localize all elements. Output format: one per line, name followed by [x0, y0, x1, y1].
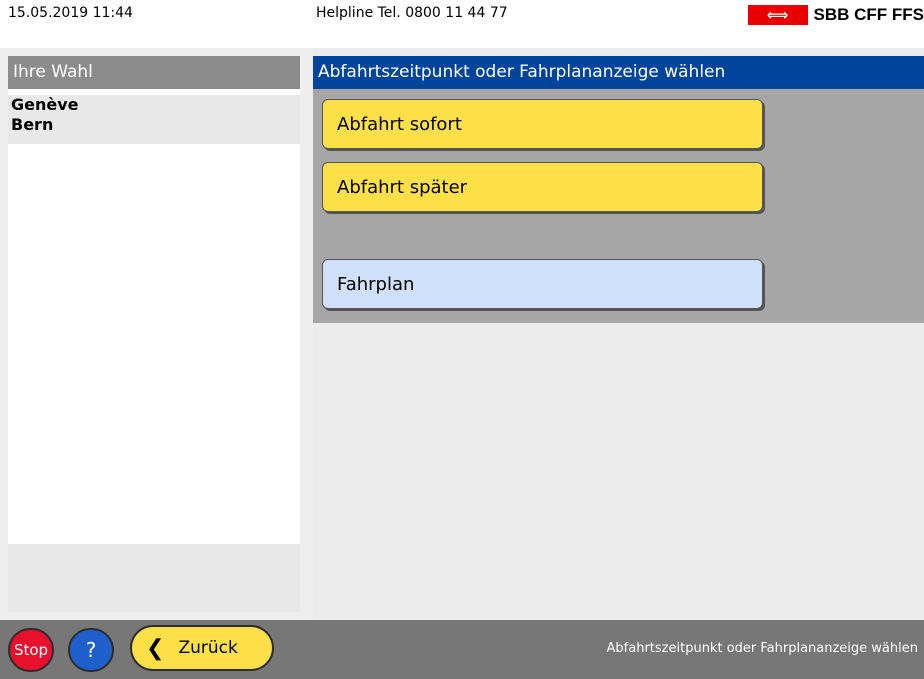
bottom-bar: Stop ? ❮ Zurück Abfahrtszeitpunkt oder F…: [0, 620, 924, 679]
choice-panel: Ihre Wahl Genève Bern: [8, 56, 300, 612]
choice-title: Ihre Wahl: [8, 56, 300, 89]
back-button[interactable]: ❮ Zurück: [130, 625, 274, 671]
right-panel: Abfahrtszeitpunkt oder Fahrplananzeige w…: [313, 48, 924, 620]
choice-list: Genève Bern: [8, 95, 300, 144]
depart-later-button[interactable]: Abfahrt später: [322, 162, 763, 212]
help-button[interactable]: ?: [68, 628, 114, 672]
chevron-left-icon: ❮: [146, 635, 165, 661]
left-panel: Ihre Wahl Genève Bern: [0, 48, 313, 620]
helpline: Helpline Tel. 0800 11 44 77: [316, 5, 508, 21]
page-title: Abfahrtszeitpunkt oder Fahrplananzeige w…: [313, 56, 924, 89]
depart-now-button[interactable]: Abfahrt sofort: [322, 99, 763, 149]
stop-button[interactable]: Stop: [8, 628, 54, 672]
sbb-logo: ⟺ SBB CFF FFS: [747, 4, 924, 26]
status-text: Abfahrtszeitpunkt oder Fahrplananzeige w…: [606, 641, 918, 656]
sbb-arrow-icon: ⟺: [747, 5, 808, 25]
options-box: Abfahrt sofort Abfahrt später Fahrplan: [313, 89, 924, 323]
timetable-button[interactable]: Fahrplan: [322, 259, 763, 309]
left-footer-area: [8, 544, 300, 612]
top-bar: 15.05.2019 11:44 Helpline Tel. 0800 11 4…: [0, 0, 924, 48]
back-label: Zurück: [178, 638, 238, 658]
list-item: Genève: [11, 95, 79, 114]
list-item: Bern: [11, 115, 54, 134]
datetime: 15.05.2019 11:44: [8, 5, 133, 21]
logo-text: SBB CFF FFS: [813, 5, 924, 24]
